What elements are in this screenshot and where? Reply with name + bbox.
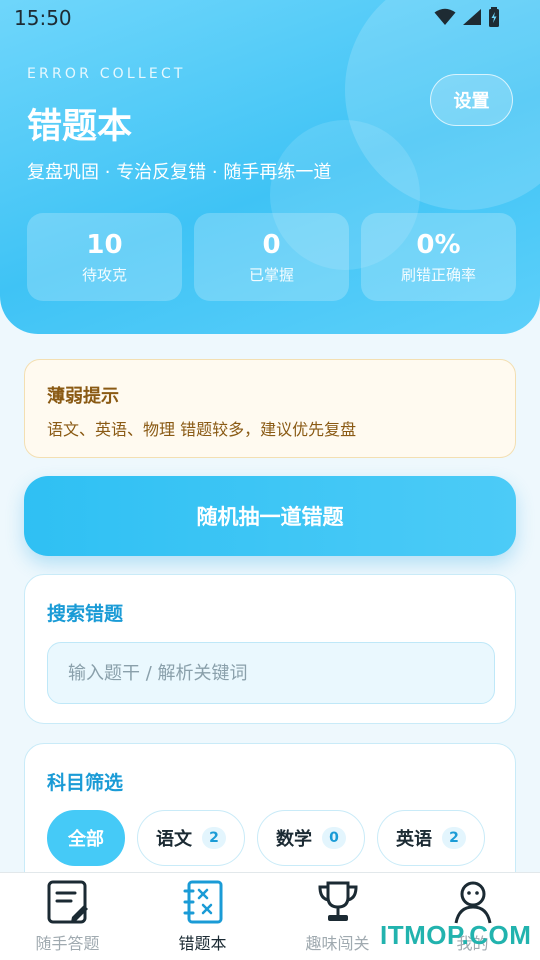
stat-label: 刷错正确率 xyxy=(400,265,476,284)
stat-value: 0 xyxy=(262,229,281,260)
stat-value: 10 xyxy=(86,229,123,260)
battery-icon xyxy=(489,7,499,27)
tagline: 复盘巩固 · 专治反复错 · 随手再练一道 xyxy=(27,162,332,183)
nav-label: 趣味闯关 xyxy=(305,934,370,953)
stat-card-pending: 10 待攻克 xyxy=(27,213,182,301)
search-title: 搜索错题 xyxy=(47,603,124,625)
search-card: 搜索错题 xyxy=(24,574,516,724)
subject-chips: 全部 语文 2 数学 0 英语 2 xyxy=(47,810,485,866)
header: 15:50 ERROR COLLECT 错题本 设置 复盘巩固 · 专治反复错 … xyxy=(0,0,540,334)
signal-icon xyxy=(463,9,481,25)
status-icons xyxy=(434,7,500,27)
status-bar: 15:50 xyxy=(0,0,540,36)
trophy-icon xyxy=(315,879,361,925)
profile-icon xyxy=(450,879,496,925)
english-title: ERROR COLLECT xyxy=(27,66,186,82)
subject-chip-all[interactable]: 全部 xyxy=(47,810,125,866)
chip-count: 2 xyxy=(202,827,226,849)
search-input[interactable] xyxy=(47,642,495,704)
chip-label: 语文 xyxy=(156,829,192,850)
random-question-button[interactable]: 随机抽一道错题 xyxy=(24,476,516,556)
subject-chip-english[interactable]: 英语 2 xyxy=(377,810,485,866)
chip-count: 2 xyxy=(442,827,466,849)
nav-label: 随手答题 xyxy=(35,934,100,953)
stat-label: 待攻克 xyxy=(81,265,127,284)
nav-item-quick-answer[interactable]: 随手答题 xyxy=(0,873,135,960)
hint-text: 语文、英语、物理 错题较多，建议优先复盘 xyxy=(47,420,357,439)
stat-label: 已掌握 xyxy=(248,265,294,284)
stat-value: 0% xyxy=(416,229,461,260)
hint-title: 薄弱提示 xyxy=(47,386,119,407)
stats-row: 10 待攻克 0 已掌握 0% 刷错正确率 xyxy=(27,213,516,301)
subject-chip-math[interactable]: 数学 0 xyxy=(257,810,365,866)
watermark: ITMOP.COM xyxy=(380,920,532,950)
subject-chip-chinese[interactable]: 语文 2 xyxy=(137,810,245,866)
error-book-icon xyxy=(180,879,226,925)
wifi-icon xyxy=(434,8,456,25)
stat-card-mastered: 0 已掌握 xyxy=(194,213,349,301)
nav-item-error-book[interactable]: 错题本 xyxy=(135,873,270,960)
note-edit-icon xyxy=(45,879,91,925)
chip-label: 数学 xyxy=(276,829,312,850)
nav-label: 错题本 xyxy=(178,934,227,953)
chip-count: 0 xyxy=(322,827,346,849)
chip-label: 英语 xyxy=(396,829,432,850)
stat-card-accuracy: 0% 刷错正确率 xyxy=(361,213,516,301)
settings-button[interactable]: 设置 xyxy=(430,74,513,126)
weak-hint-card: 薄弱提示 语文、英语、物理 错题较多，建议优先复盘 xyxy=(24,359,516,458)
page-title: 错题本 xyxy=(27,107,133,147)
subject-filter-title: 科目筛选 xyxy=(47,772,124,794)
status-time: 15:50 xyxy=(14,6,72,30)
chip-label: 全部 xyxy=(68,829,104,850)
